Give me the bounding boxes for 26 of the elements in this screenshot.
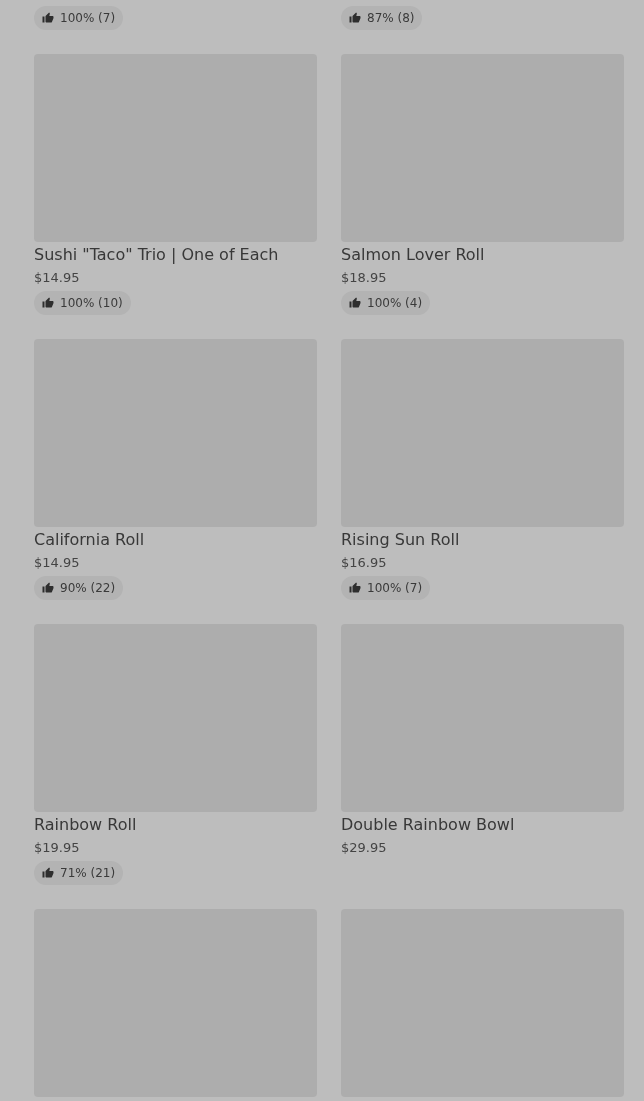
thumbs-up-icon <box>42 297 54 309</box>
thumbs-up-icon <box>349 582 361 594</box>
item-price: $18.95 <box>341 269 388 287</box>
thumbs-up-icon <box>349 297 361 309</box>
item-price: $16.95 <box>341 554 388 572</box>
rating-badge: 100% (10) <box>34 291 131 315</box>
item-price: $19.95 <box>34 839 81 857</box>
thumbs-up-icon <box>42 582 54 594</box>
item-price: $29.95 <box>341 839 388 857</box>
item-title[interactable]: California Roll <box>34 529 317 551</box>
item-title[interactable]: Sushi "Taco" Trio | One of Each <box>34 244 317 266</box>
item-price: $14.95 <box>34 269 81 287</box>
item-title[interactable]: Rainbow Roll <box>34 814 317 836</box>
item-price: $14.95 <box>34 554 81 572</box>
rating-badge: 100% (7) <box>34 6 124 30</box>
item-title[interactable]: Double Rainbow Bowl <box>341 814 624 836</box>
item-title[interactable]: Salmon Lover Roll <box>341 244 624 266</box>
thumbs-up-icon <box>349 12 361 24</box>
rating-badge: 71% (21) <box>34 861 124 885</box>
thumbs-up-icon <box>42 12 54 24</box>
rating-badge: 90% (22) <box>34 576 124 600</box>
rating-badge: 100% (4) <box>341 291 431 315</box>
thumbs-up-icon <box>42 867 54 879</box>
rating-badge: 87% (8) <box>341 6 423 30</box>
item-title[interactable]: Rising Sun Roll <box>341 529 624 551</box>
rating-badge: 100% (7) <box>341 576 431 600</box>
